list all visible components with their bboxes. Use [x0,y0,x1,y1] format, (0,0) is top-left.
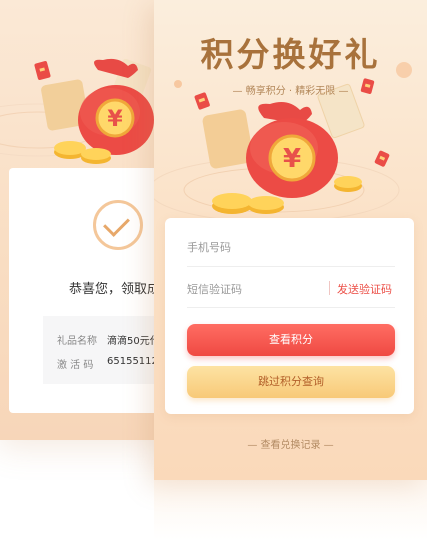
page-title: 积分换好礼 [200,35,381,74]
red-envelope-icon [34,61,51,80]
divider [187,266,395,267]
result-screen: ¥ 恭喜您，领取成 礼品名称 滴滴50元代 激 活 码 65155112 [0,0,178,440]
gift-name-value: 滴滴50元代 [107,336,160,347]
check-icon [93,200,143,250]
activation-code-value[interactable]: 65155112 [107,356,158,367]
activation-code-label: 激 活 码 [57,360,94,371]
money-bag-icon: ¥ [246,102,338,198]
points-redeem-screen: ¥ 积分换好礼 — 畅享积分 · 精彩无限 — 手机号码 短信验证码 发送验证码… [154,0,427,480]
svg-text:¥: ¥ [283,144,301,174]
check-points-button[interactable]: 查看积分 [187,324,395,356]
red-envelope-icon [374,150,390,167]
divider [187,307,395,308]
gift-name-label: 礼品名称 [57,336,97,347]
result-card: 恭喜您，领取成 礼品名称 滴滴50元代 激 活 码 65155112 [9,168,178,413]
send-code-button[interactable]: 发送验证码 [337,281,392,297]
screen-reflection [154,480,427,540]
field-separator [329,281,330,295]
redeem-records-link[interactable]: — 查看兑换记录 — [154,436,427,451]
phone-field[interactable]: 手机号码 [187,230,395,260]
phone-placeholder: 手机号码 [187,241,231,254]
sms-code-field[interactable]: 短信验证码 [187,272,327,302]
sms-code-placeholder: 短信验证码 [187,283,242,296]
page-subtitle: — 畅享积分 · 精彩无限 — [232,86,349,97]
result-illustration: ¥ [0,58,154,164]
login-form: 手机号码 短信验证码 发送验证码 查看积分 跳过积分查询 [165,218,414,414]
skip-query-button[interactable]: 跳过积分查询 [187,366,395,398]
svg-text:¥: ¥ [107,107,123,132]
